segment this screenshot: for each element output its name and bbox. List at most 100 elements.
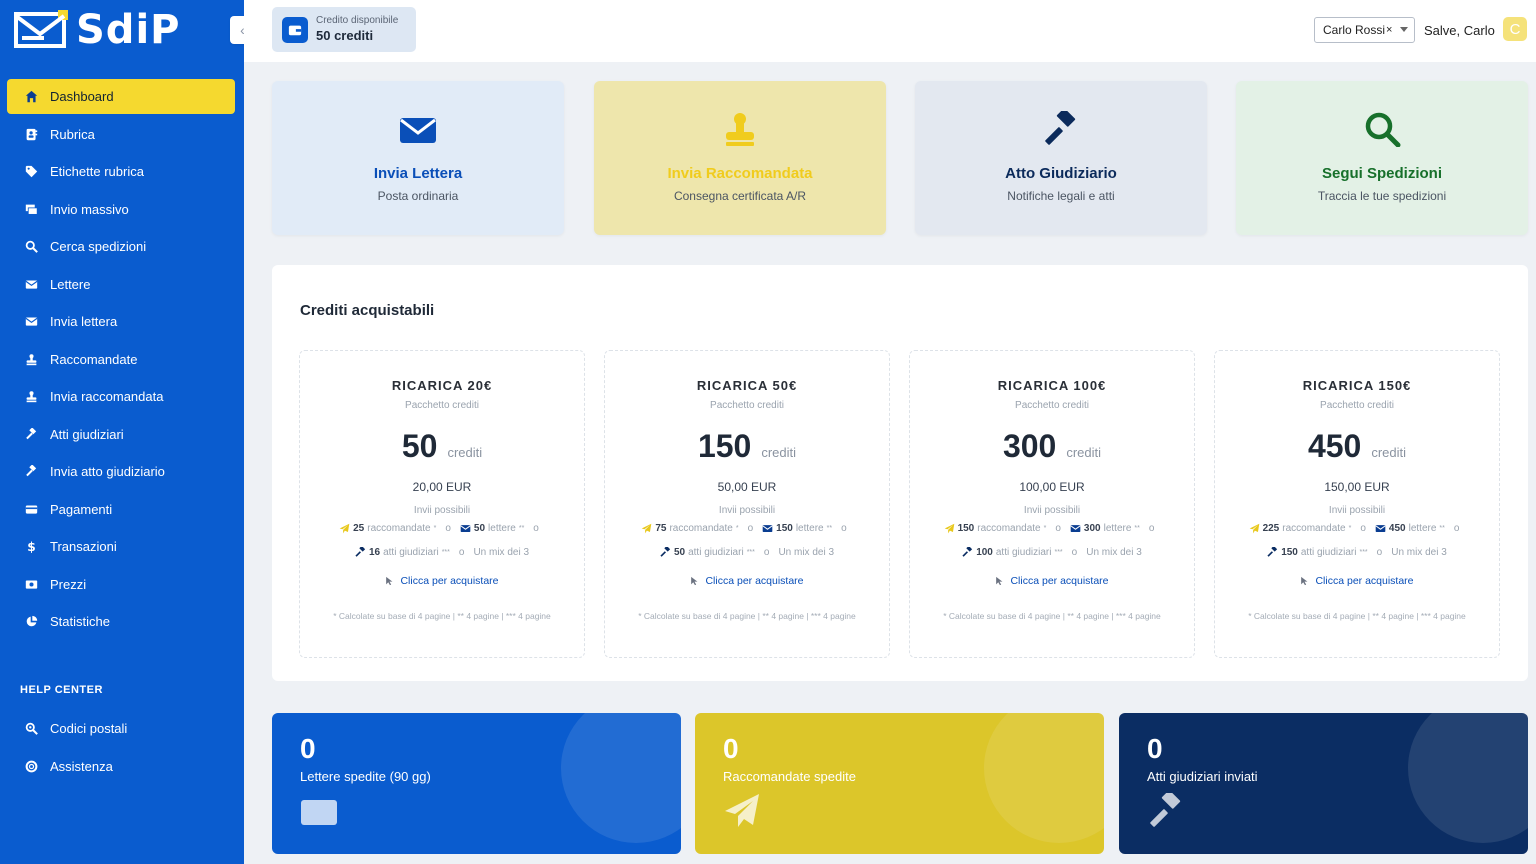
- sidebar-nav: Dashboard Rubrica Etichette rubrica Invio m…: [7, 79, 235, 642]
- buy-link[interactable]: Clicca per acquistare: [605, 575, 889, 587]
- buy-link-label: Clicca per acquistare: [705, 575, 804, 587]
- envelope-icon: [23, 276, 39, 292]
- sidebar-item-rubrica[interactable]: Rubrica: [7, 117, 235, 152]
- sidebar-item-statistiche[interactable]: Statistiche: [7, 604, 235, 639]
- sidebar-item-invia-raccomandata[interactable]: Invia raccomandata: [7, 379, 235, 414]
- user-select[interactable]: Carlo Rossi ×: [1314, 17, 1415, 43]
- action-card-subtitle: Traccia le tue spedizioni: [1317, 189, 1447, 203]
- atti-count: 150: [1281, 547, 1298, 558]
- raccomandate-label: raccomandate: [669, 523, 733, 534]
- pie-chart-icon: [23, 614, 39, 630]
- mix-label: Un mix dei 3: [1086, 547, 1142, 558]
- credit-box[interactable]: Credito disponibile 50 crediti: [272, 7, 416, 52]
- buy-link[interactable]: Clicca per acquistare: [1215, 575, 1499, 587]
- sidebar-item-invia-lettera[interactable]: Invia lettera: [7, 304, 235, 339]
- mix-label: Un mix dei 3: [1391, 547, 1447, 558]
- avatar[interactable]: C: [1503, 17, 1527, 41]
- raccomandate-count: 25: [353, 523, 365, 534]
- buy-link-label: Clicca per acquistare: [1315, 575, 1414, 587]
- sidebar-item-label: Prezzi: [50, 576, 87, 592]
- search-icon: [1236, 111, 1528, 147]
- sidebar-item-invio-massivo[interactable]: Invio massivo: [7, 192, 235, 227]
- sidebar: SdiP Dashboard Rubrica Etichette rubrica In…: [0, 0, 244, 864]
- buy-link[interactable]: Clicca per acquistare: [300, 575, 584, 587]
- package-price: 20,00 EUR: [412, 480, 472, 494]
- action-card-title: Invia Lettera: [373, 165, 463, 182]
- paper-plane-icon: [944, 523, 954, 534]
- package-price: 100,00 EUR: [1019, 480, 1085, 494]
- paper-plane-icon: [723, 793, 761, 827]
- credit-label: Credito disponibile: [316, 14, 399, 26]
- sidebar-item-codici-postali[interactable]: Codici postali: [7, 711, 235, 746]
- package-price: 150,00 EUR: [1324, 480, 1390, 494]
- app-name: SdiP: [76, 7, 181, 53]
- app-logo[interactable]: SdiP: [14, 10, 180, 50]
- sidebar-item-label: Invia raccomandata: [50, 389, 164, 404]
- package-sends-line: 150 atti giudiziari *** o Un mix dei 3: [1215, 547, 1499, 558]
- clear-icon[interactable]: ×: [1386, 24, 1392, 36]
- buy-link-label: Clicca per acquistare: [400, 575, 499, 587]
- or-separator: o: [841, 523, 847, 534]
- stat-card: 0 Raccomandate spedite: [695, 713, 1104, 854]
- lettere-count: 300: [1083, 523, 1101, 534]
- sidebar-item-lettere[interactable]: Lettere: [7, 267, 235, 302]
- package-footnote: * Calcolate su base di 4 pagine | ** 4 p…: [333, 611, 551, 621]
- action-card-subtitle: Notifiche legali e atti: [1007, 189, 1115, 203]
- or-separator: o: [445, 523, 451, 534]
- sidebar-item-prezzi[interactable]: Prezzi: [7, 567, 235, 602]
- raccomandate-footnote-mark: *: [433, 525, 437, 532]
- sidebar-item-raccomandate[interactable]: Raccomandate: [7, 342, 235, 377]
- sidebar-item-dashboard[interactable]: Dashboard: [7, 79, 235, 114]
- sidebar-item-transazioni[interactable]: $ Transazioni: [7, 529, 235, 564]
- or-separator: o: [1360, 523, 1366, 534]
- help-center-title: HELP CENTER: [20, 684, 103, 696]
- package-sends-line: 50 atti giudiziari *** o Un mix dei 3: [605, 547, 889, 558]
- stat-card: 0 Lettere spedite (90 gg): [272, 713, 681, 854]
- mix-label: Un mix dei 3: [778, 547, 835, 558]
- stamp-icon: [23, 351, 39, 367]
- gavel-icon: [23, 426, 39, 442]
- svg-text:$: $: [27, 540, 35, 553]
- sidebar-item-pagamenti[interactable]: Pagamenti: [7, 492, 235, 527]
- sidebar-item-label: Invio massivo: [50, 201, 129, 217]
- lettere-footnote-mark: **: [518, 525, 525, 532]
- or-separator: o: [1148, 523, 1155, 534]
- raccomandate-label: raccomandate: [367, 523, 431, 534]
- action-card-invia-raccomandata[interactable]: Invia Raccomandata Consegna certificata A…: [594, 81, 886, 235]
- credit-package-card[interactable]: RICARICA 20€ Pacchetto crediti 50 crediti 20…: [299, 350, 585, 658]
- credit-package-card[interactable]: RICARICA 100€ Pacchetto crediti 300 crediti…: [909, 350, 1195, 658]
- logo-envelope-icon: [14, 10, 68, 48]
- sidebar-item-invia-atto-giudiziario[interactable]: Invia atto giudiziario: [7, 454, 235, 489]
- package-footnote: * Calcolate su base di 4 pagine | ** 4 p…: [1248, 611, 1466, 621]
- buy-link[interactable]: Clicca per acquistare: [910, 575, 1194, 587]
- action-card-atto-giudiziario[interactable]: Atto Giudiziario Notifiche legali e atti: [915, 81, 1207, 235]
- sidebar-item-label: Pagamenti: [50, 501, 113, 517]
- package-subtitle: Pacchetto crediti: [1320, 400, 1394, 411]
- topbar: Credito disponibile 50 crediti Carlo Ros…: [244, 0, 1536, 62]
- sidebar-item-atti-giudiziari[interactable]: Atti giudiziari: [7, 417, 235, 452]
- sidebar-item-etichette-rubrica[interactable]: Etichette rubrica: [7, 154, 235, 189]
- gavel-icon: [660, 547, 671, 557]
- paper-plane-icon: [642, 523, 652, 534]
- sidebar-item-label: Transazioni: [50, 539, 117, 554]
- credit-package-card[interactable]: RICARICA 150€ Pacchetto crediti 450 crediti…: [1214, 350, 1500, 658]
- stat-label: Lettere spedite (90 gg): [300, 769, 431, 784]
- package-credits-unit: crediti: [447, 445, 483, 460]
- lettere-count: 450: [1388, 523, 1406, 534]
- help-nav: Codici postali Assistenza: [7, 711, 235, 786]
- sidebar-item-cerca-spedizioni[interactable]: Cerca spedizioni: [7, 229, 235, 264]
- credit-package-card[interactable]: RICARICA 50€ Pacchetto crediti 150 crediti 5…: [604, 350, 890, 658]
- paper-plane-icon: [1249, 523, 1259, 534]
- action-card-segui-spedizioni[interactable]: Segui Spedizioni Traccia le tue spedizion…: [1236, 81, 1528, 235]
- package-subtitle: Pacchetto crediti: [710, 400, 784, 411]
- search-icon: [23, 239, 39, 255]
- raccomandate-count: 75: [655, 523, 667, 534]
- package-credits: 150 crediti: [605, 428, 889, 465]
- package-credits: 50 crediti: [300, 428, 584, 465]
- action-card-invia-lettera[interactable]: Invia Lettera Posta ordinaria: [272, 81, 564, 235]
- address-book-icon: [23, 126, 39, 142]
- sidebar-item-assistenza[interactable]: Assistenza: [7, 749, 235, 784]
- chevron-down-icon: [1400, 27, 1408, 32]
- mix-label: Un mix dei 3: [473, 547, 530, 558]
- lettere-label: lettere: [1103, 523, 1132, 534]
